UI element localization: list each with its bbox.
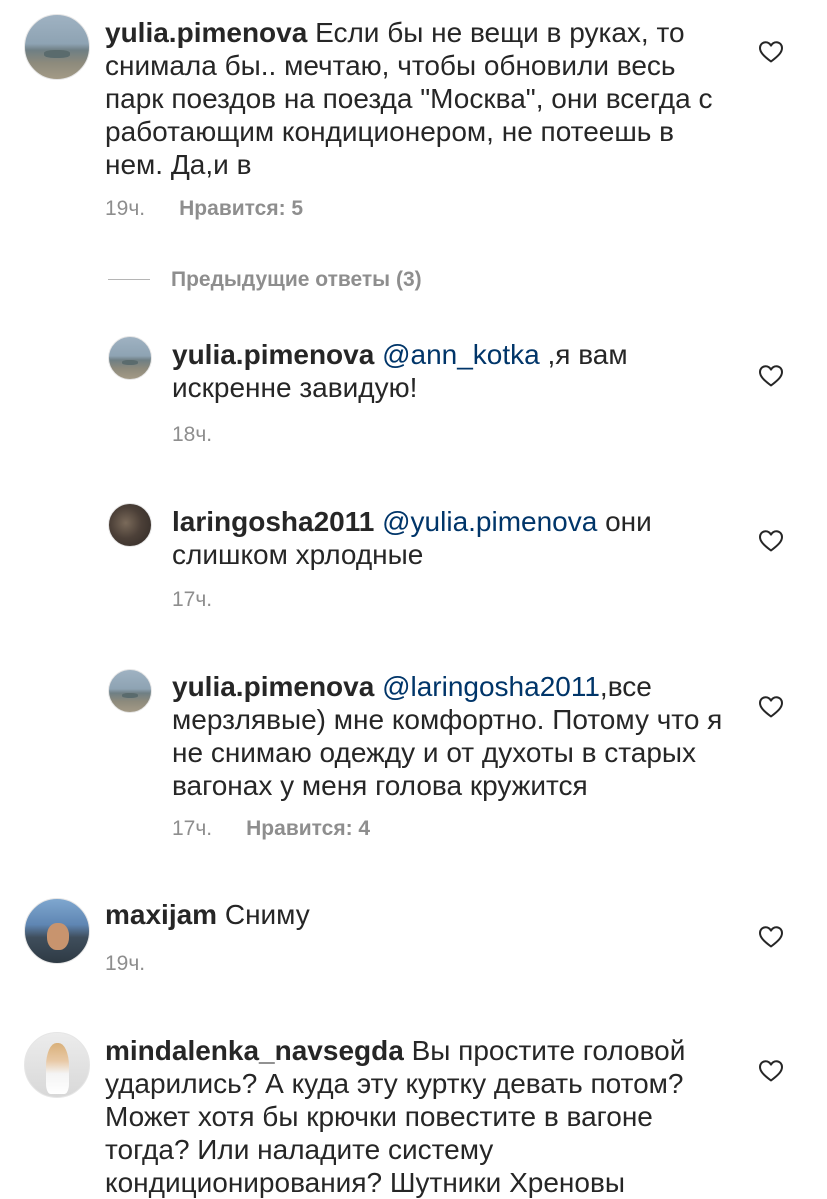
timestamp: 17ч. xyxy=(172,817,213,840)
heart-outline-icon[interactable] xyxy=(758,529,784,553)
comment-meta: 19ч. xyxy=(105,952,145,976)
username[interactable]: laringosha2011 xyxy=(172,506,374,537)
avatar[interactable] xyxy=(108,503,152,547)
reply-meta: 17ч. Нравится: 4 xyxy=(172,817,370,841)
comment-body: maxijam Сниму xyxy=(105,898,727,931)
comment-body: mindalenka_navsegda Вы простите головой … xyxy=(105,1034,727,1199)
view-previous-replies-label: Предыдущие ответы (3) xyxy=(171,268,422,291)
likes-count[interactable]: Нравится: 4 xyxy=(246,817,370,840)
avatar[interactable] xyxy=(24,1032,90,1098)
comment-meta: 19ч. Нравится: 5 xyxy=(105,197,303,221)
username[interactable]: maxijam xyxy=(105,899,217,930)
avatar[interactable] xyxy=(24,14,90,80)
mention-link[interactable]: @ann_kotka xyxy=(382,339,540,370)
avatar[interactable] xyxy=(108,669,152,713)
timestamp: 18ч. xyxy=(172,423,213,446)
heart-outline-icon[interactable] xyxy=(758,40,784,64)
timestamp: 17ч. xyxy=(172,588,213,611)
heart-outline-icon[interactable] xyxy=(758,925,784,949)
mention-link[interactable]: @yulia.pimenova xyxy=(382,506,597,537)
reply-body: yulia.pimenova @ann_kotka ,я вам искренн… xyxy=(172,338,732,404)
comment-text: Сниму xyxy=(224,899,310,930)
avatar[interactable] xyxy=(108,336,152,380)
username[interactable]: yulia.pimenova xyxy=(172,339,374,370)
timestamp: 19ч. xyxy=(105,952,146,975)
heart-outline-icon[interactable] xyxy=(758,1059,784,1083)
username[interactable]: mindalenka_navsegda xyxy=(105,1035,404,1066)
heart-outline-icon[interactable] xyxy=(758,695,784,719)
reply-body: laringosha2011 @yulia.pimenova они слишк… xyxy=(172,505,732,571)
heart-outline-icon[interactable] xyxy=(758,364,784,388)
reply-meta: 17ч. xyxy=(172,588,212,612)
reply-body: yulia.pimenova @laringosha2011,все мерзл… xyxy=(172,670,732,802)
comment-body: yulia.pimenova Если бы не вещи в руках, … xyxy=(105,16,727,181)
likes-count[interactable]: Нравится: 5 xyxy=(179,197,303,220)
username[interactable]: yulia.pimenova xyxy=(105,17,307,48)
reply-meta: 18ч. xyxy=(172,423,212,447)
username[interactable]: yulia.pimenova xyxy=(172,671,374,702)
timestamp: 19ч. xyxy=(105,197,146,220)
avatar[interactable] xyxy=(24,898,90,964)
divider xyxy=(108,279,150,280)
mention-link[interactable]: @laringosha2011 xyxy=(382,671,600,702)
